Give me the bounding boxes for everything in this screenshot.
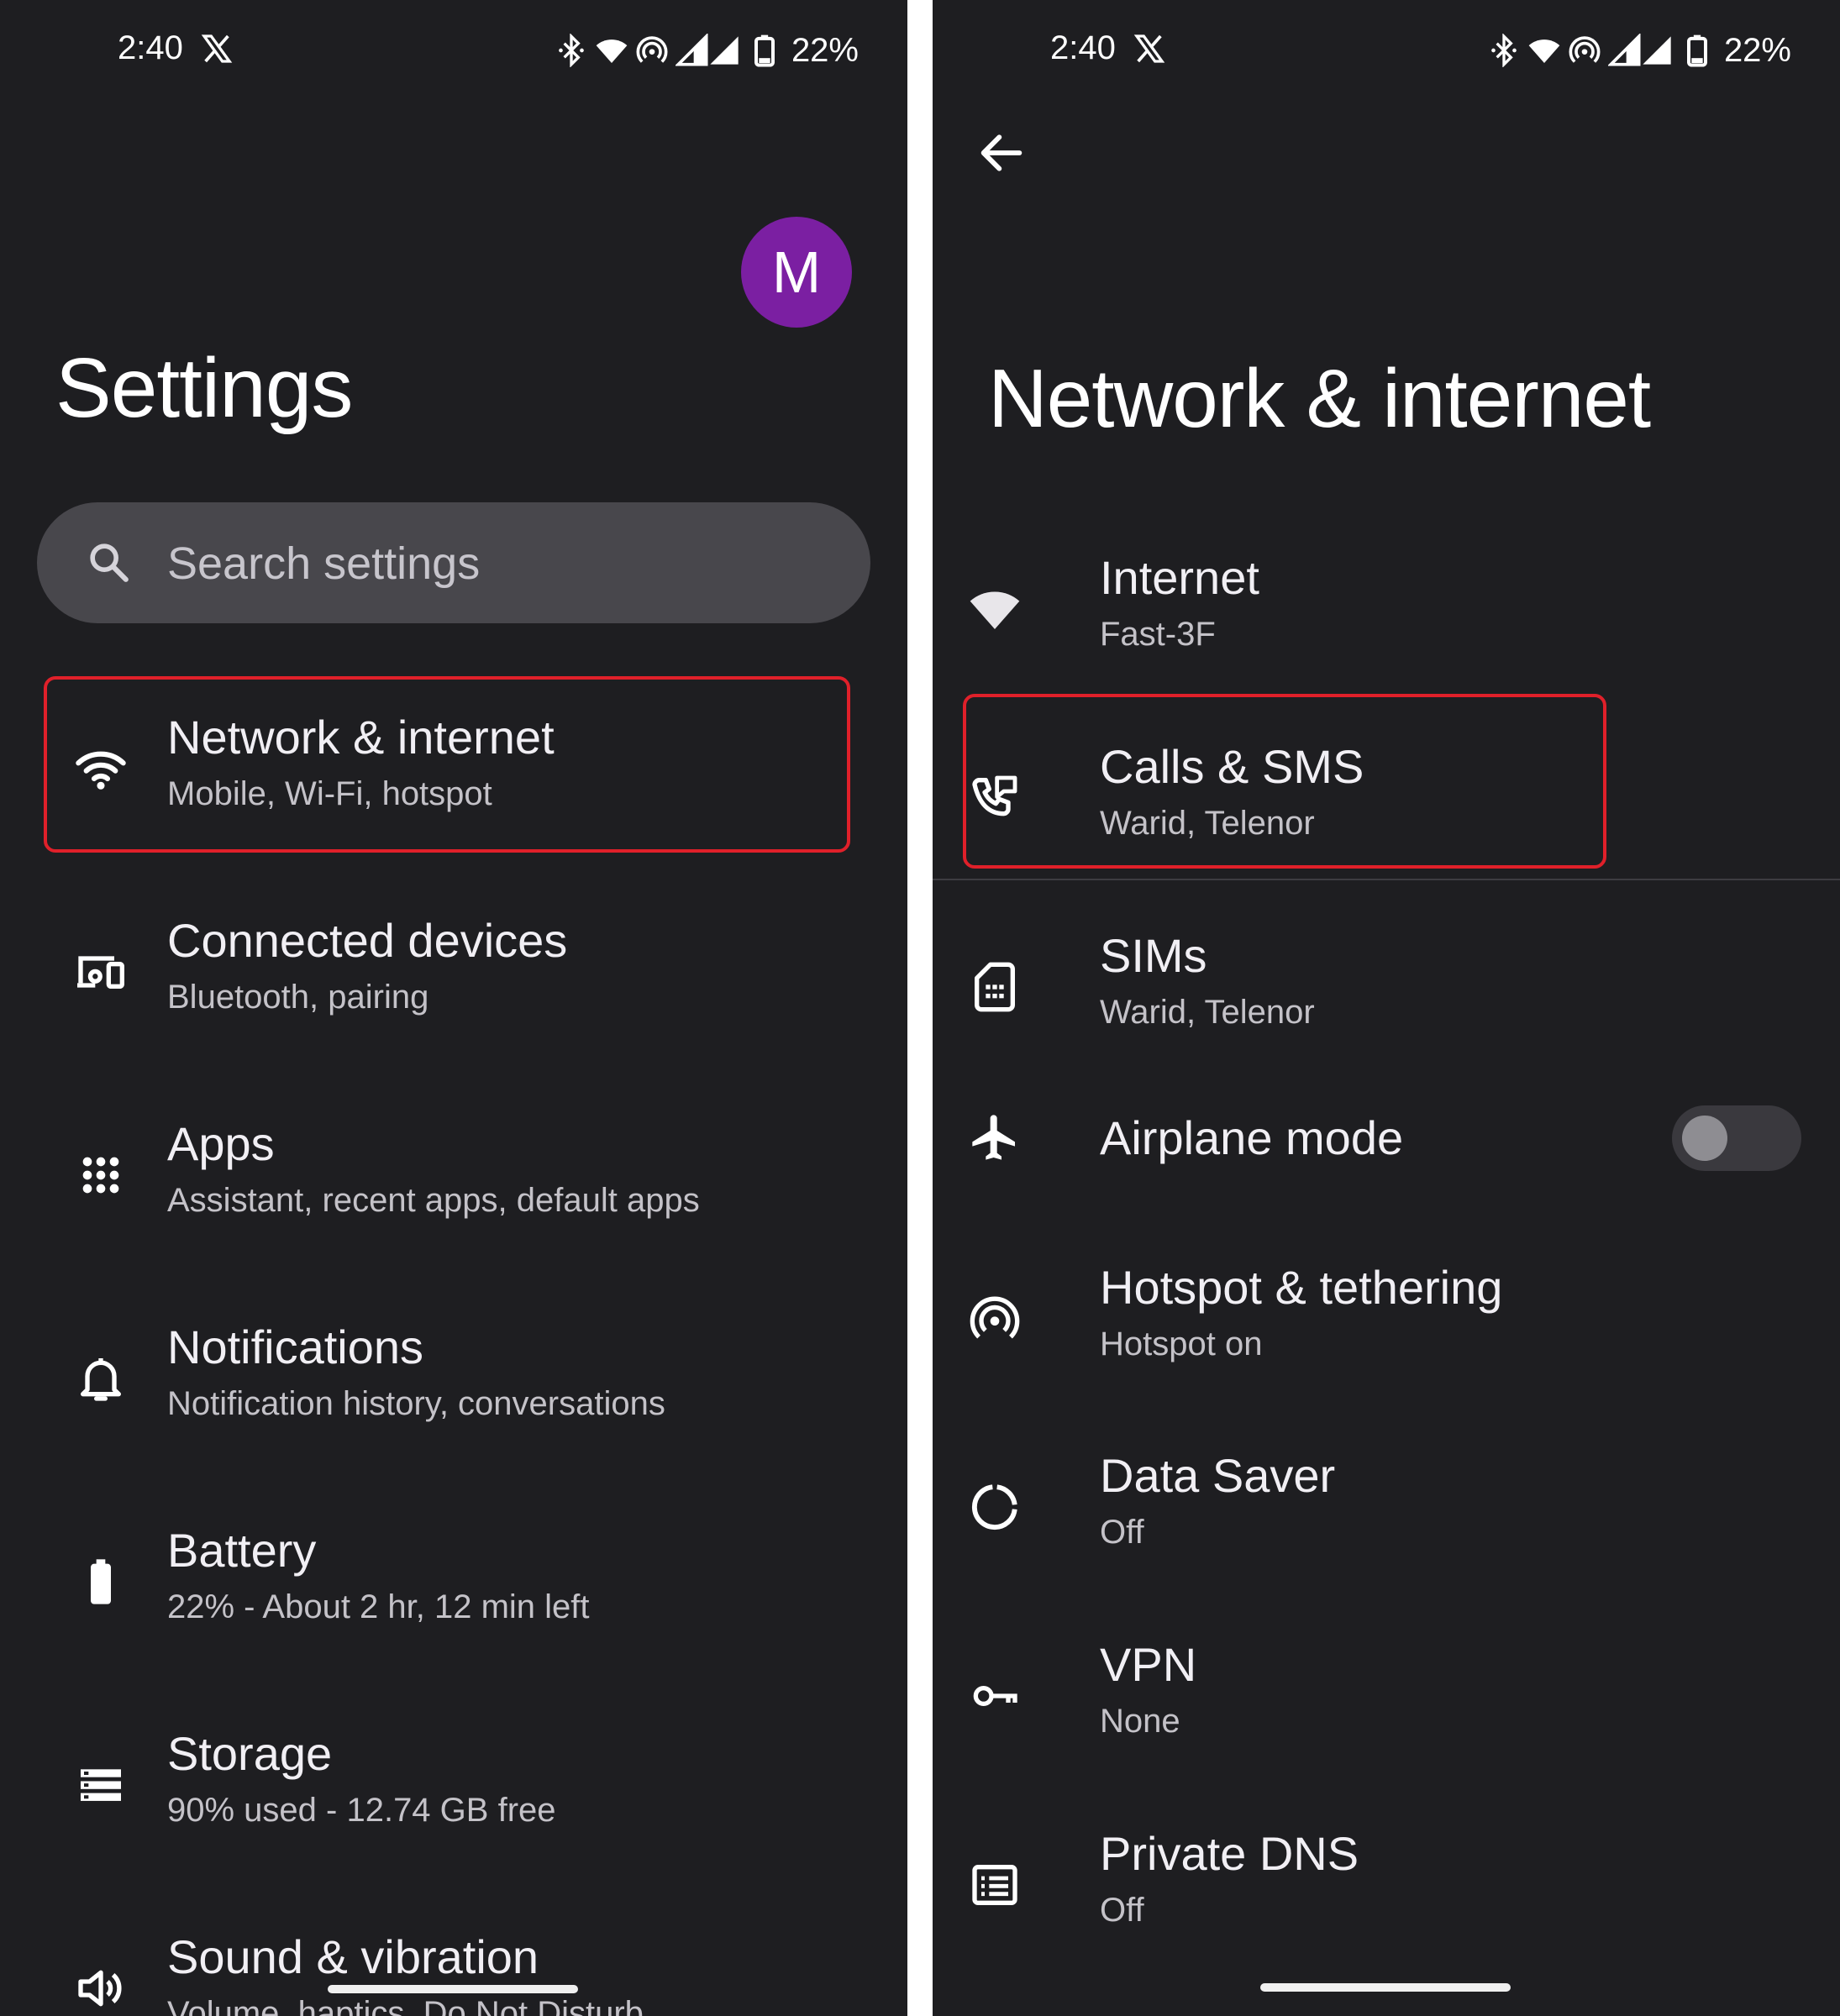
search-bar[interactable]: Search settings <box>37 502 870 623</box>
item-subtitle: 90% used - 12.74 GB free <box>167 1792 556 1829</box>
avatar-letter: M <box>771 239 822 305</box>
network-item-sims[interactable]: SIMs Warid, Telenor <box>933 920 1840 1088</box>
status-time: 2:40 <box>1050 29 1116 66</box>
hotspot-status-icon <box>1568 34 1601 67</box>
item-title: Internet <box>1100 551 1259 604</box>
phone-message-icon <box>972 775 1017 816</box>
wifi-icon <box>76 751 126 790</box>
bell-icon <box>81 1358 121 1401</box>
battery-percent: 22% <box>1723 31 1791 69</box>
back-arrow-icon[interactable] <box>975 126 1028 180</box>
wifi-status-icon <box>1527 34 1561 67</box>
bluetooth-icon <box>1487 34 1521 67</box>
settings-item-apps[interactable]: Apps Assistant, recent apps, default app… <box>0 1100 907 1268</box>
network-item-vpn[interactable]: VPN None <box>933 1629 1840 1797</box>
battery-percent: 22% <box>791 31 859 69</box>
item-subtitle: Volume, haptics, Do Not Disturb <box>167 1995 644 2016</box>
toggle-knob <box>1682 1116 1727 1161</box>
signal-2-icon <box>707 34 741 67</box>
item-subtitle: None <box>1100 1703 1180 1740</box>
item-title: Data Saver <box>1100 1449 1336 1502</box>
dns-icon <box>972 1865 1017 1905</box>
gesture-navigation-bar[interactable] <box>328 1985 578 1993</box>
apps-grid-icon <box>82 1157 119 1194</box>
signal-2-icon <box>1640 34 1674 67</box>
network-item-airplane-mode[interactable]: Airplane mode <box>933 1099 1840 1225</box>
battery-status-icon <box>1680 34 1714 67</box>
storage-icon <box>81 1769 121 1801</box>
settings-item-network[interactable]: Network & internet Mobile, Wi-Fi, hotspo… <box>0 693 907 861</box>
item-subtitle: Fast-3F <box>1100 616 1216 653</box>
speaker-icon <box>78 1970 122 2007</box>
status-bar: 2:40 22% <box>0 25 907 76</box>
page-title: Network & internet <box>988 352 1651 444</box>
search-icon <box>90 543 129 582</box>
item-title: Battery <box>167 1524 317 1577</box>
network-item-calls-sms[interactable]: Calls & SMS Warid, Telenor <box>933 731 1840 899</box>
settings-item-sound[interactable]: Sound & vibration Volume, haptics, Do No… <box>0 1913 907 2016</box>
settings-screen: 2:40 22% M Settings Search settings Netw… <box>0 0 907 2016</box>
bluetooth-icon <box>555 34 588 67</box>
item-title: Connected devices <box>167 914 568 967</box>
item-subtitle: Bluetooth, pairing <box>167 979 429 1016</box>
item-subtitle: Assistant, recent apps, default apps <box>167 1182 700 1219</box>
item-title: Network & internet <box>167 711 555 764</box>
page-title: Settings <box>55 341 353 435</box>
network-item-private-dns[interactable]: Private DNS Off <box>933 1818 1840 1986</box>
settings-item-battery[interactable]: Battery 22% - About 2 hr, 12 min left <box>0 1506 907 1674</box>
settings-item-notifications[interactable]: Notifications Notification history, conv… <box>0 1303 907 1471</box>
network-item-hotspot[interactable]: Hotspot & tethering Hotspot on <box>933 1252 1840 1420</box>
item-title: Notifications <box>167 1320 424 1373</box>
item-title: Storage <box>167 1727 333 1780</box>
airplane-mode-toggle[interactable] <box>1672 1105 1801 1171</box>
x-app-icon <box>1133 32 1166 66</box>
status-bar: 2:40 22% <box>933 25 1840 76</box>
signal-1-icon <box>676 34 709 67</box>
item-title: Calls & SMS <box>1100 740 1364 793</box>
item-title: Apps <box>167 1117 275 1170</box>
item-subtitle: Mobile, Wi-Fi, hotspot <box>167 775 492 812</box>
hotspot-icon <box>970 1296 1020 1339</box>
item-subtitle: 22% - About 2 hr, 12 min left <box>167 1588 590 1625</box>
battery-icon <box>91 1559 111 1604</box>
network-item-internet[interactable]: Internet Fast-3F <box>933 542 1840 710</box>
gesture-navigation-bar[interactable] <box>1260 1983 1511 1992</box>
status-time: 2:40 <box>118 29 183 66</box>
item-subtitle: Warid, Telenor <box>1100 994 1315 1031</box>
wifi-filled-icon <box>970 591 1020 629</box>
settings-item-connected-devices[interactable]: Connected devices Bluetooth, pairing <box>0 896 907 1064</box>
item-subtitle: Off <box>1100 1892 1144 1929</box>
battery-status-icon <box>748 34 781 67</box>
item-title: Sound & vibration <box>167 1930 539 1983</box>
data-saver-icon <box>971 1484 1017 1530</box>
section-divider <box>933 879 1840 880</box>
item-title: Hotspot & tethering <box>1100 1261 1503 1314</box>
item-title: Airplane mode <box>1100 1111 1404 1164</box>
devices-icon <box>77 956 124 989</box>
vpn-key-icon <box>973 1686 1017 1706</box>
item-title: VPN <box>1100 1638 1197 1691</box>
item-subtitle: Hotspot on <box>1100 1326 1263 1362</box>
hotspot-status-icon <box>635 34 669 67</box>
item-subtitle: Warid, Telenor <box>1100 805 1315 842</box>
network-item-data-saver[interactable]: Data Saver Off <box>933 1440 1840 1608</box>
settings-item-storage[interactable]: Storage 90% used - 12.74 GB free <box>0 1709 907 1877</box>
network-internet-screen: 2:40 22% Network & internet Internet Fas… <box>933 0 1840 2016</box>
item-title: Private DNS <box>1100 1827 1359 1880</box>
sim-card-icon <box>975 962 1015 1012</box>
item-subtitle: Off <box>1100 1514 1144 1551</box>
avatar[interactable]: M <box>741 217 852 328</box>
item-title: SIMs <box>1100 929 1207 982</box>
item-subtitle: Notification history, conversations <box>167 1385 665 1422</box>
wifi-status-icon <box>595 34 628 67</box>
airplane-icon <box>972 1115 1015 1160</box>
x-app-icon <box>200 32 234 66</box>
search-placeholder: Search settings <box>167 538 481 589</box>
signal-1-icon <box>1608 34 1642 67</box>
